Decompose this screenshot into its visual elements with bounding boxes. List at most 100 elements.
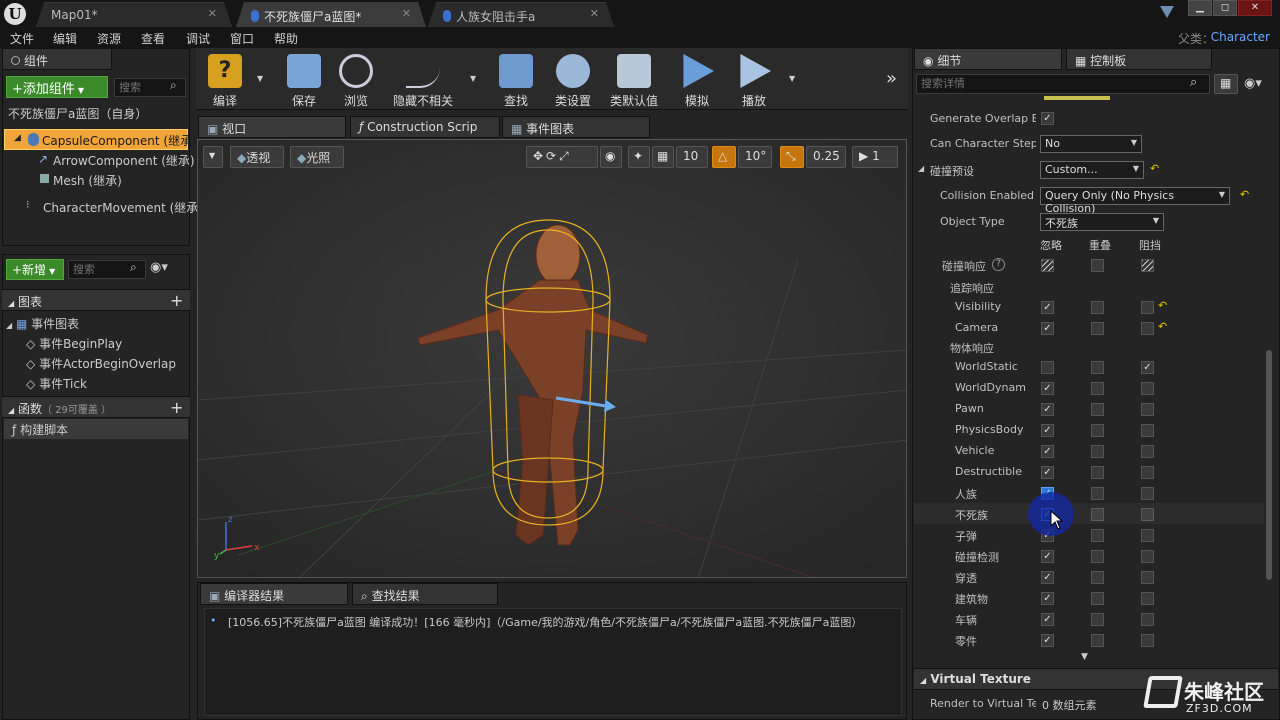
save-button[interactable]: 保存 xyxy=(283,48,325,108)
play-button[interactable]: 播放 xyxy=(731,48,777,108)
parent-class-link[interactable]: Character xyxy=(1211,30,1270,44)
channel-overlap-checkbox[interactable] xyxy=(1091,403,1104,416)
channel-ignore-checkbox[interactable]: ✓ xyxy=(1041,403,1054,416)
color-swatch[interactable] xyxy=(1044,96,1110,100)
channel-ignore-checkbox[interactable]: ✓ xyxy=(1041,571,1054,584)
channel-block-checkbox[interactable] xyxy=(1141,529,1154,542)
channel-block-checkbox[interactable] xyxy=(1141,487,1154,500)
close-icon[interactable]: ✕ xyxy=(402,7,411,20)
tab-find-results[interactable]: ⌕ 查找结果 xyxy=(352,583,498,605)
scale-snap-icon[interactable]: ⤡ xyxy=(780,146,804,168)
menu-asset[interactable]: 资源 xyxy=(97,30,121,47)
channel-block-checkbox[interactable] xyxy=(1141,613,1154,626)
collision-enabled-combo[interactable]: Query Only (No Physics Collision) xyxy=(1040,187,1230,215)
tab-components[interactable]: 组件 xyxy=(2,48,112,70)
chevron-down-icon[interactable]: ▼ xyxy=(470,74,476,83)
graphs-section[interactable]: ◢ 图表 xyxy=(2,289,190,311)
property-matrix-icon[interactable]: ▦ xyxy=(1214,74,1238,94)
all-overlap-checkbox[interactable] xyxy=(1091,259,1104,272)
reset-to-default-icon[interactable]: ↶ xyxy=(1158,320,1167,333)
channel-ignore-checkbox[interactable]: ✓ xyxy=(1041,613,1054,626)
grid-snap-value[interactable]: 10 xyxy=(676,146,708,168)
add-component-button[interactable]: +添加组件 ▼ xyxy=(6,76,108,98)
scale-snap-value[interactable]: 0.25 xyxy=(806,146,846,168)
channel-block-checkbox[interactable] xyxy=(1141,424,1154,437)
tab-construction-script[interactable]: ƒ Construction Scrip xyxy=(350,116,500,138)
chevron-down-icon[interactable]: ▼ xyxy=(789,74,795,83)
menu-help[interactable]: 帮助 xyxy=(274,30,298,47)
event-tick[interactable]: ◇ 事件Tick xyxy=(26,373,186,393)
channel-overlap-checkbox[interactable] xyxy=(1091,529,1104,542)
channel-ignore-checkbox[interactable]: ✓ xyxy=(1041,634,1054,647)
add-graph-icon[interactable]: + xyxy=(170,291,183,310)
event-actor-begin-overlap[interactable]: ◇ 事件ActorBeginOverlap xyxy=(26,353,190,373)
component-self[interactable]: 不死族僵尸a蓝图（自身） xyxy=(8,103,188,123)
channel-ignore-checkbox[interactable] xyxy=(1041,361,1054,374)
channel-block-checkbox[interactable] xyxy=(1141,466,1154,479)
all-block-checkbox[interactable] xyxy=(1141,259,1154,272)
transform-mode-group[interactable]: ✥⟳⤢ xyxy=(526,146,598,168)
class-settings-button[interactable]: 类设置 xyxy=(551,48,595,108)
details-scrollbar[interactable] xyxy=(1266,350,1272,580)
doc-tab-zombie-blueprint[interactable]: 不死族僵尸a蓝图* ✕ xyxy=(236,2,426,27)
tab-details[interactable]: ◉ 细节 xyxy=(914,48,1062,70)
doc-tab-sniper-blueprint[interactable]: 人族女阻击手a ✕ xyxy=(428,2,614,27)
eye-icon[interactable]: ◉▾ xyxy=(150,260,168,275)
channel-ignore-checkbox[interactable]: ✓ xyxy=(1041,382,1054,395)
menu-edit[interactable]: 编辑 xyxy=(53,30,77,47)
channel-overlap-checkbox[interactable] xyxy=(1091,550,1104,563)
channel-block-checkbox[interactable] xyxy=(1141,301,1154,314)
reset-to-default-icon[interactable]: ↶ xyxy=(1240,188,1249,201)
channel-block-checkbox[interactable] xyxy=(1141,550,1154,563)
tab-event-graph[interactable]: ▦ 事件图表 xyxy=(502,116,650,138)
help-icon[interactable]: ? xyxy=(992,258,1005,271)
construction-script-item[interactable]: ƒ 构建脚本 xyxy=(4,419,188,439)
eye-icon[interactable]: ◉▾ xyxy=(1244,76,1262,91)
channel-ignore-checkbox[interactable]: ✓ xyxy=(1041,550,1054,563)
notification-icon[interactable] xyxy=(1160,6,1174,18)
scroll-more-icon[interactable]: ▼ xyxy=(1081,652,1088,662)
rotation-snap-icon[interactable]: △ xyxy=(712,146,736,168)
reset-to-default-icon[interactable]: ↶ xyxy=(1158,299,1167,312)
channel-block-checkbox[interactable] xyxy=(1141,322,1154,335)
camera-speed-button[interactable]: ▶ 1 xyxy=(852,146,898,168)
menu-file[interactable]: 文件 xyxy=(10,30,34,47)
channel-ignore-checkbox[interactable]: ✓ xyxy=(1041,466,1054,479)
reset-to-default-icon[interactable]: ↶ xyxy=(1150,162,1159,175)
channel-ignore-checkbox[interactable]: ✓ xyxy=(1041,592,1054,605)
viewport-options-button[interactable]: ▼ xyxy=(203,146,223,168)
event-graph-item[interactable]: ◢ ▦ 事件图表 xyxy=(6,313,186,333)
find-button[interactable]: 查找 xyxy=(496,48,536,108)
channel-overlap-checkbox[interactable] xyxy=(1091,613,1104,626)
minimize-button[interactable]: ▁ xyxy=(1188,0,1212,16)
channel-ignore-checkbox[interactable]: ✓ xyxy=(1041,445,1054,458)
channel-overlap-checkbox[interactable] xyxy=(1091,487,1104,500)
can-step-up-combo[interactable]: No xyxy=(1040,135,1142,153)
channel-overlap-checkbox[interactable] xyxy=(1091,592,1104,605)
channel-overlap-checkbox[interactable] xyxy=(1091,301,1104,314)
channel-overlap-checkbox[interactable] xyxy=(1091,466,1104,479)
collision-presets-combo[interactable]: Custom... xyxy=(1040,161,1144,179)
chevron-down-icon[interactable]: ▼ xyxy=(257,74,263,83)
world-local-toggle[interactable]: ◉ xyxy=(600,146,622,168)
maximize-button[interactable]: ◻ xyxy=(1213,0,1237,16)
channel-overlap-checkbox[interactable] xyxy=(1091,571,1104,584)
lit-mode-button[interactable]: ◆光照 xyxy=(290,146,344,168)
details-search-input[interactable] xyxy=(916,74,1210,94)
close-icon[interactable]: ✕ xyxy=(208,7,217,20)
close-icon[interactable]: ✕ xyxy=(590,7,599,20)
channel-block-checkbox[interactable]: ✓ xyxy=(1141,361,1154,374)
compile-button[interactable]: ? 编译 xyxy=(203,48,247,108)
channel-block-checkbox[interactable] xyxy=(1141,634,1154,647)
expand-arrow-icon[interactable]: ◢ xyxy=(14,133,21,143)
tab-palette[interactable]: ▦ 控制板 xyxy=(1066,48,1212,70)
class-defaults-button[interactable]: 类默认值 xyxy=(606,48,662,108)
expand-arrow-icon[interactable]: ◢ xyxy=(918,164,924,173)
channel-ignore-checkbox[interactable]: ✓ xyxy=(1041,301,1054,314)
surface-snap-icon[interactable]: ✦ xyxy=(628,146,650,168)
channel-block-checkbox[interactable] xyxy=(1141,592,1154,605)
channel-block-checkbox[interactable] xyxy=(1141,445,1154,458)
grid-snap-icon[interactable]: ▦ xyxy=(652,146,674,168)
tab-compiler-results[interactable]: ▣ 编译器结果 xyxy=(200,583,348,605)
all-ignore-checkbox[interactable] xyxy=(1041,259,1054,272)
